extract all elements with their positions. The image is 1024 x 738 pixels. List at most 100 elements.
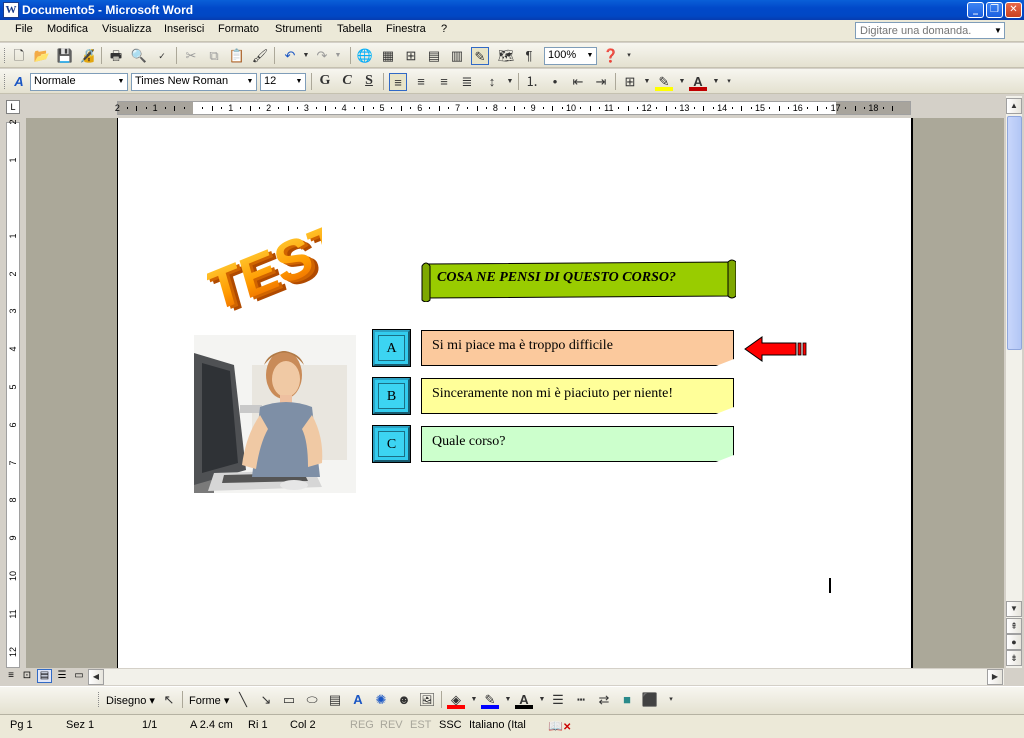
scroll-right-icon[interactable]: ▶ bbox=[987, 669, 1003, 685]
line-spacing-icon[interactable]: ↕ bbox=[483, 73, 501, 91]
scroll-down-icon[interactable]: ▼ bbox=[1006, 601, 1022, 617]
arrow-style-icon[interactable]: ⇄ bbox=[595, 691, 613, 709]
drawing-icon[interactable]: ✎ bbox=[471, 47, 489, 65]
print-layout-icon[interactable]: ▤ bbox=[37, 669, 52, 683]
chevron-down-icon[interactable]: ▼ bbox=[244, 74, 256, 90]
format-painter-icon[interactable]: 🖌 bbox=[251, 47, 269, 65]
menu-inserisci[interactable]: Inserisci bbox=[164, 23, 204, 35]
bullets-icon[interactable]: • bbox=[546, 73, 564, 91]
normal-view-icon[interactable]: ≡ bbox=[4, 670, 18, 683]
menu-finestra[interactable]: Finestra bbox=[386, 23, 426, 35]
insert-table-icon[interactable]: ⊞ bbox=[402, 47, 420, 65]
rectangle-icon[interactable]: ▭ bbox=[280, 691, 298, 709]
toolbar-grip[interactable] bbox=[98, 692, 101, 707]
toolbar-grip[interactable] bbox=[4, 74, 7, 89]
menu-modifica[interactable]: Modifica bbox=[47, 23, 88, 35]
vertical-ruler[interactable]: 2 1 1 2 3 4 5 6 7 8 9 10 11 12 bbox=[6, 120, 20, 668]
chevron-down-icon[interactable]: ▼ bbox=[293, 74, 305, 90]
word-app-icon[interactable]: W bbox=[3, 2, 19, 18]
show-hide-icon[interactable]: ¶ bbox=[520, 47, 538, 65]
minimize-button[interactable]: _ bbox=[967, 2, 984, 18]
diagram-icon[interactable]: ✺ bbox=[372, 691, 390, 709]
line-icon[interactable]: ╲ bbox=[234, 691, 252, 709]
insert-wordart-icon[interactable]: A bbox=[349, 691, 367, 709]
menu-tabella[interactable]: Tabella bbox=[337, 23, 372, 35]
status-language[interactable]: Italiano (Ital bbox=[469, 719, 526, 731]
woman-at-computer-image[interactable] bbox=[194, 335, 356, 493]
answer-c-button[interactable]: C bbox=[372, 425, 411, 463]
paste-icon[interactable]: 📋 bbox=[228, 47, 246, 65]
toolbar-options-icon[interactable]: ▾ bbox=[662, 691, 680, 709]
line-style-icon[interactable]: ☰ bbox=[549, 691, 567, 709]
hyperlink-icon[interactable]: 🌐 bbox=[356, 47, 374, 65]
dash-style-icon[interactable]: ┅ bbox=[572, 691, 590, 709]
menu-strumenti[interactable]: Strumenti bbox=[275, 23, 322, 35]
vertical-scrollbar[interactable]: ▲ ▼ ⇞ ● ⇟ bbox=[1005, 96, 1022, 668]
answer-a-button[interactable]: A bbox=[372, 329, 411, 367]
decrease-indent-icon[interactable]: ⇤ bbox=[569, 73, 587, 91]
align-left-icon[interactable]: ≡ bbox=[389, 73, 407, 91]
outline-view-icon[interactable]: ☰ bbox=[55, 670, 69, 683]
autoshapes-menu-button[interactable]: Forme ▾ bbox=[189, 694, 229, 707]
style-combo[interactable]: Normale ▼ bbox=[30, 73, 128, 91]
borders-dropdown-icon[interactable]: ▼ bbox=[638, 73, 656, 91]
chevron-down-icon[interactable]: ▼ bbox=[584, 48, 596, 64]
font-combo[interactable]: Times New Roman ▼ bbox=[131, 73, 257, 91]
numbering-icon[interactable]: ⒈ bbox=[523, 73, 541, 91]
previous-page-icon[interactable]: ⇞ bbox=[1006, 618, 1022, 634]
borders-icon[interactable]: ⊞ bbox=[621, 73, 639, 91]
toolbar-options-icon[interactable]: ▾ bbox=[620, 47, 638, 65]
menu-visualizza[interactable]: Visualizza bbox=[102, 23, 151, 35]
clip-art-icon[interactable]: ☻ bbox=[395, 691, 413, 709]
answer-b-box[interactable]: Sinceramente non mi è piaciuto per nient… bbox=[421, 378, 734, 414]
font-size-combo[interactable]: 12 ▼ bbox=[260, 73, 306, 91]
bold-button[interactable]: G bbox=[316, 73, 334, 91]
draw-menu-button[interactable]: Disegno ▾ bbox=[106, 694, 155, 707]
spelling-status-icon[interactable]: 📖✕ bbox=[548, 719, 571, 733]
zoom-combo[interactable]: 100% ▼ bbox=[544, 47, 597, 65]
new-document-icon[interactable]: 🗋 bbox=[10, 47, 28, 65]
3d-style-icon[interactable]: ⬛ bbox=[641, 691, 659, 709]
restore-button[interactable]: ❐ bbox=[986, 2, 1003, 18]
status-overtype[interactable]: SSC bbox=[439, 719, 462, 731]
increase-indent-icon[interactable]: ⇥ bbox=[592, 73, 610, 91]
scroll-up-icon[interactable]: ▲ bbox=[1006, 98, 1022, 114]
left-arrow-icon[interactable] bbox=[744, 336, 808, 362]
menu-formato[interactable]: Formato bbox=[218, 23, 259, 35]
oval-icon[interactable]: ⬭ bbox=[303, 691, 321, 709]
answer-b-button[interactable]: B bbox=[372, 377, 411, 415]
font-color-icon[interactable]: A bbox=[689, 73, 707, 91]
horizontal-scrollbar[interactable]: ◀ ▶ bbox=[88, 668, 1004, 685]
line-spacing-dropdown-icon[interactable]: ▼ bbox=[501, 73, 519, 91]
justify-icon[interactable]: ≣ bbox=[458, 73, 476, 91]
tab-selector[interactable]: L bbox=[6, 100, 20, 114]
font-color-draw-icon[interactable]: A bbox=[515, 691, 533, 709]
line-color-icon[interactable]: ✎ bbox=[481, 691, 499, 709]
redo-dropdown-icon[interactable]: ▼ bbox=[329, 47, 347, 65]
reading-layout-icon[interactable]: ▭ bbox=[72, 670, 86, 683]
tables-borders-icon[interactable]: ▦ bbox=[379, 47, 397, 65]
horizontal-ruler[interactable]: 2 1 1 2 3 4 5 6 7 8 9 10 11 12 13 14 15 16 17 18 bbox=[115, 101, 911, 115]
ask-question-input[interactable] bbox=[855, 22, 1005, 39]
answer-c-box[interactable]: Quale corso? bbox=[421, 426, 734, 462]
toolbar-options-icon[interactable]: ▾ bbox=[720, 73, 738, 91]
align-right-icon[interactable]: ≡ bbox=[435, 73, 453, 91]
underline-button[interactable]: S bbox=[360, 73, 378, 91]
select-browse-object-icon[interactable]: ● bbox=[1006, 634, 1022, 650]
fill-color-icon[interactable]: ◈ bbox=[447, 691, 465, 709]
answer-a-box[interactable]: Si mi piace ma è troppo difficile bbox=[421, 330, 734, 366]
print-preview-icon[interactable]: 🔍 bbox=[130, 47, 148, 65]
styles-formatting-icon[interactable]: A bbox=[10, 73, 28, 91]
align-center-icon[interactable]: ≡ bbox=[412, 73, 430, 91]
permission-icon[interactable]: 🔏 bbox=[79, 47, 97, 65]
print-icon[interactable]: 🖶 bbox=[107, 47, 125, 65]
insert-excel-icon[interactable]: ▤ bbox=[425, 47, 443, 65]
highlight-icon[interactable]: ✎ bbox=[655, 73, 673, 91]
copy-icon[interactable]: ⧉ bbox=[205, 47, 223, 65]
web-layout-icon[interactable]: ⊡ bbox=[20, 670, 34, 683]
status-record-macro[interactable]: REG bbox=[350, 719, 374, 731]
menu-file[interactable]: File bbox=[15, 23, 33, 35]
insert-picture-icon[interactable]: 🖼 bbox=[418, 691, 436, 709]
status-extend[interactable]: EST bbox=[410, 719, 431, 731]
scroll-thumb[interactable] bbox=[1007, 116, 1022, 350]
